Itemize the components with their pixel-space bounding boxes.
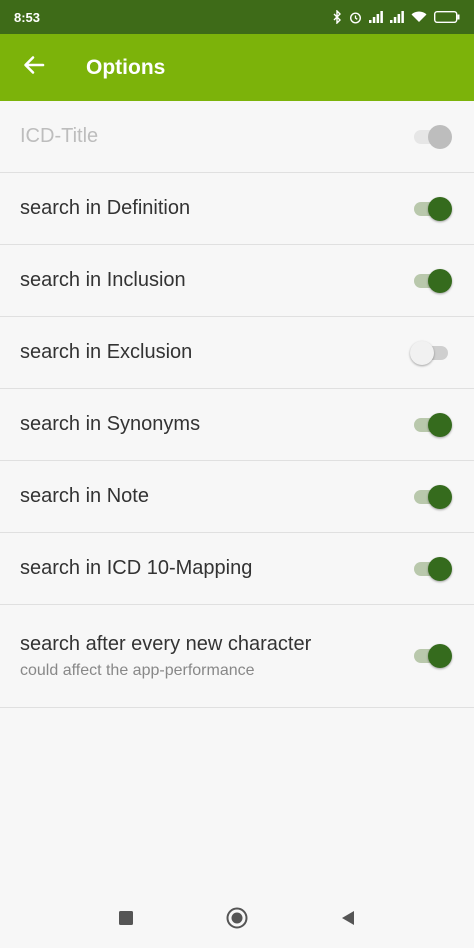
note-switch[interactable] bbox=[412, 484, 452, 509]
signal-icon-2 bbox=[390, 11, 404, 23]
status-time: 8:53 bbox=[14, 9, 41, 25]
bluetooth-icon bbox=[333, 10, 342, 24]
status-bar: 8:53 bbox=[0, 0, 474, 34]
option-label: ICD-Title bbox=[20, 125, 99, 147]
back-arrow-icon bbox=[23, 55, 45, 80]
option-label: search in Definition bbox=[20, 197, 191, 219]
home-button[interactable] bbox=[217, 900, 257, 940]
icd10-mapping-switch[interactable] bbox=[412, 556, 452, 581]
wifi-icon bbox=[411, 11, 427, 23]
switch-thumb bbox=[428, 412, 452, 437]
option-label: search in Inclusion bbox=[20, 269, 186, 291]
option-sublabel: could affect the app-performance bbox=[20, 661, 255, 679]
app-bar: Options bbox=[0, 34, 474, 101]
option-label: search in Exclusion bbox=[20, 341, 193, 363]
option-label: search in Synonyms bbox=[20, 413, 201, 435]
option-row-inclusion[interactable]: search in Inclusion bbox=[0, 245, 474, 317]
every-character-switch[interactable] bbox=[412, 644, 452, 668]
switch-thumb bbox=[428, 484, 452, 509]
signal-icon bbox=[369, 11, 383, 23]
inclusion-switch[interactable] bbox=[412, 268, 452, 293]
switch-thumb bbox=[428, 268, 452, 293]
page-title: Options bbox=[86, 55, 166, 79]
option-row-exclusion[interactable]: search in Exclusion bbox=[0, 317, 474, 389]
option-row-every-character[interactable]: search after every new character could a… bbox=[0, 605, 474, 708]
back-button[interactable] bbox=[18, 52, 50, 84]
option-texts: search after every new character could a… bbox=[20, 633, 311, 680]
switch-thumb bbox=[428, 644, 452, 668]
option-row-note[interactable]: search in Note bbox=[0, 461, 474, 533]
recent-apps-button[interactable] bbox=[106, 900, 146, 940]
switch-thumb bbox=[428, 196, 452, 221]
switch-thumb bbox=[428, 124, 452, 149]
switch-thumb bbox=[428, 556, 452, 581]
home-icon bbox=[226, 907, 248, 934]
option-label: search after every new character bbox=[20, 632, 312, 655]
switch-thumb bbox=[410, 340, 434, 365]
status-icons bbox=[333, 10, 460, 24]
option-row-synonyms[interactable]: search in Synonyms bbox=[0, 389, 474, 461]
synonyms-switch[interactable] bbox=[412, 412, 452, 437]
alarm-icon bbox=[349, 11, 362, 24]
back-icon bbox=[341, 910, 355, 931]
battery-icon bbox=[434, 11, 460, 23]
options-list: ICD-Title search in Definition search in… bbox=[0, 101, 474, 708]
exclusion-switch[interactable] bbox=[410, 340, 452, 365]
option-row-definition[interactable]: search in Definition bbox=[0, 173, 474, 245]
recent-apps-icon bbox=[118, 910, 133, 930]
icd-title-switch bbox=[412, 124, 452, 149]
option-label: search in Note bbox=[20, 485, 149, 507]
option-row-icd-title: ICD-Title bbox=[0, 101, 474, 173]
definition-switch[interactable] bbox=[412, 196, 452, 221]
nav-back-button[interactable] bbox=[328, 900, 368, 940]
option-label: search in ICD 10-Mapping bbox=[20, 557, 253, 579]
option-row-icd10-mapping[interactable]: search in ICD 10-Mapping bbox=[0, 533, 474, 605]
system-nav-bar bbox=[0, 892, 474, 948]
